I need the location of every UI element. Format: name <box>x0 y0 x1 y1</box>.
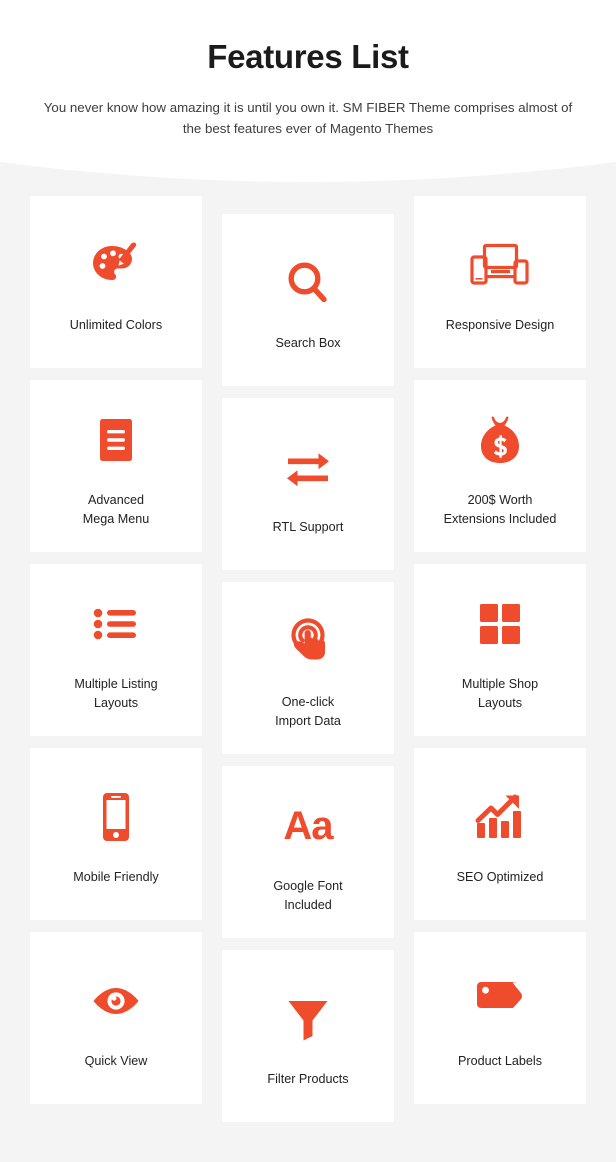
feature-card-unlimited-colors[interactable]: Unlimited Colors <box>30 196 202 368</box>
feature-card-search-box[interactable]: Search Box <box>222 214 394 386</box>
feature-label: Product Labels <box>458 1052 542 1071</box>
feature-label: Google Font Included <box>273 877 342 915</box>
exchange-arrows-icon <box>284 434 332 500</box>
feature-card-seo-optimized[interactable]: SEO Optimized <box>414 748 586 920</box>
price-tags-icon <box>474 968 526 1034</box>
page-subtitle: You never know how amazing it is until y… <box>36 97 581 140</box>
funnel-icon <box>285 986 331 1052</box>
tap-hand-icon <box>284 609 332 675</box>
feature-card-google-font-included[interactable]: Aa Google Font Included <box>222 766 394 938</box>
feature-card-multiple-shop-layouts[interactable]: Multiple Shop Layouts <box>414 564 586 736</box>
features-middle-column: Search Box RTL Support <box>222 196 394 1122</box>
features-right-column: Responsive Design 200$ Worth Extensions … <box>414 196 586 1122</box>
feature-card-quick-view[interactable]: Quick View <box>30 932 202 1104</box>
feature-label: Multiple Shop Layouts <box>462 675 538 713</box>
feature-card-rtl-support[interactable]: RTL Support <box>222 398 394 570</box>
typography-icon: Aa <box>283 793 332 859</box>
feature-card-product-labels[interactable]: Product Labels <box>414 932 586 1104</box>
feature-label: Mobile Friendly <box>73 868 158 887</box>
growth-chart-icon <box>474 784 526 850</box>
feature-card-one-click-import-data[interactable]: One-click Import Data <box>222 582 394 754</box>
feature-label: Filter Products <box>267 1070 348 1089</box>
feature-label: One-click Import Data <box>275 693 341 731</box>
feature-label: 200$ Worth Extensions Included <box>444 491 557 529</box>
feature-label: SEO Optimized <box>457 868 544 887</box>
feature-label: Multiple Listing Layouts <box>74 675 157 713</box>
header-content: Features List You never know how amazing… <box>0 0 616 140</box>
feature-card-mobile-friendly[interactable]: Mobile Friendly <box>30 748 202 920</box>
feature-label: Unlimited Colors <box>70 316 162 335</box>
responsive-devices-icon <box>470 232 530 298</box>
page-header: Features List You never know how amazing… <box>0 0 616 196</box>
feature-label: Quick View <box>85 1052 148 1071</box>
page-title: Features List <box>0 38 616 76</box>
mobile-phone-icon <box>100 784 132 850</box>
feature-label: Responsive Design <box>446 316 555 335</box>
eye-icon <box>90 968 142 1034</box>
mega-menu-icon <box>96 407 136 473</box>
typography-glyph: Aa <box>283 806 332 846</box>
feature-label: Advanced Mega Menu <box>83 491 150 529</box>
feature-label: Search Box <box>275 334 340 353</box>
search-icon <box>286 250 330 316</box>
feature-label: RTL Support <box>273 518 344 537</box>
grid-squares-icon <box>478 591 522 657</box>
features-grid: Unlimited Colors Advanced Mega Menu <box>30 196 586 1122</box>
money-bag-icon <box>477 407 523 473</box>
palette-icon <box>90 232 142 298</box>
feature-card-advanced-mega-menu[interactable]: Advanced Mega Menu <box>30 380 202 552</box>
features-left-column: Unlimited Colors Advanced Mega Menu <box>30 196 202 1122</box>
curved-section-divider <box>0 140 616 196</box>
feature-card-multiple-listing-layouts[interactable]: Multiple Listing Layouts <box>30 564 202 736</box>
feature-card-extensions-included[interactable]: 200$ Worth Extensions Included <box>414 380 586 552</box>
feature-card-filter-products[interactable]: Filter Products <box>222 950 394 1122</box>
list-icon <box>93 591 139 657</box>
feature-card-responsive-design[interactable]: Responsive Design <box>414 196 586 368</box>
